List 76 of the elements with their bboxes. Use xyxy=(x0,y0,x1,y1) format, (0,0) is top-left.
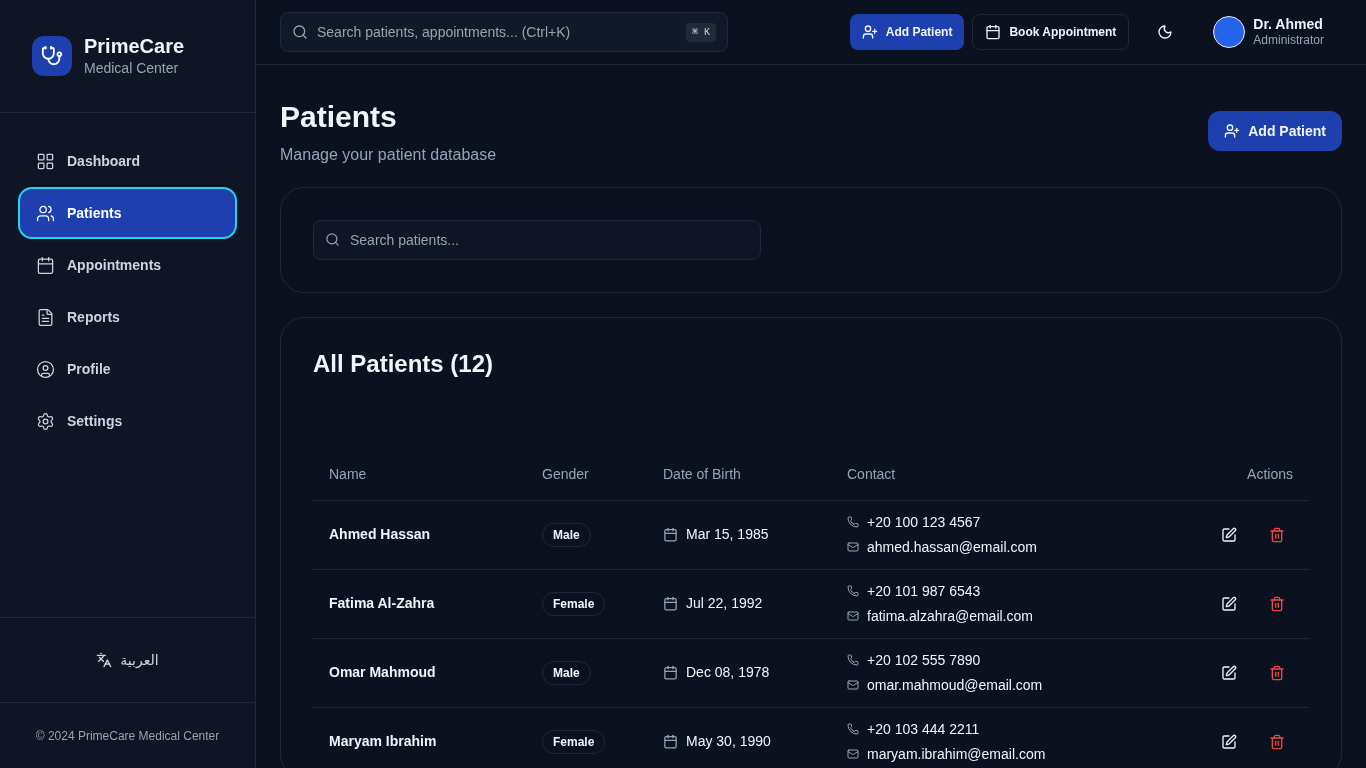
phone-icon xyxy=(847,723,859,735)
add-patient-button[interactable]: Add Patient xyxy=(1208,111,1342,151)
column-header: Name xyxy=(329,466,367,483)
search-icon xyxy=(325,232,340,247)
pencil-icon xyxy=(1221,526,1237,543)
calendar-icon xyxy=(663,734,678,749)
pencil-icon xyxy=(1221,664,1237,681)
mail-icon xyxy=(847,748,859,760)
language-button[interactable]: العربية xyxy=(96,649,159,671)
email-address: maryam.ibrahim@email.com xyxy=(867,744,1046,764)
calendar-icon xyxy=(985,24,1002,40)
birth-date: May 30, 1990 xyxy=(686,732,771,751)
column-header: Contact xyxy=(847,466,896,483)
sidebar-item[interactable]: Reports xyxy=(20,293,235,341)
calendar-icon xyxy=(663,527,678,542)
calendar-icon xyxy=(36,255,55,275)
email-address: omar.mahmoud@email.com xyxy=(867,675,1043,695)
page-subtitle: Manage your patient database xyxy=(280,145,497,165)
user-plus-icon xyxy=(861,24,878,40)
patient-name: Omar Mahmoud xyxy=(329,664,436,680)
phone-number: +20 102 555 7890 xyxy=(867,650,981,670)
trash-icon xyxy=(1269,664,1285,681)
user-circle-icon xyxy=(36,359,55,379)
settings-icon xyxy=(36,411,55,431)
sidebar-item[interactable]: Appointments xyxy=(20,241,235,289)
shortcut-key: ⌘ K xyxy=(685,23,716,42)
patient-name: Ahmed Hassan xyxy=(329,526,431,542)
patient-name: Maryam Ibrahim xyxy=(329,733,437,749)
user-role: Administrator xyxy=(1253,32,1324,48)
search-icon xyxy=(292,24,308,40)
moon-icon xyxy=(1157,24,1174,40)
phone-number: +20 100 123 4567 xyxy=(867,512,981,532)
stethoscope-logo-icon xyxy=(32,36,72,76)
copyright-text: © 2024 PrimeCare Medical Center xyxy=(35,727,220,745)
users-icon xyxy=(36,203,55,223)
phone-icon xyxy=(847,585,859,597)
table-title: All Patients (12) xyxy=(313,349,495,379)
sidebar-item[interactable]: Profile xyxy=(20,345,235,393)
mail-icon xyxy=(847,679,859,691)
calendar-icon xyxy=(663,665,678,680)
phone-icon xyxy=(847,654,859,666)
patient-search-field[interactable]: Search patients... xyxy=(313,220,761,260)
column-header: Gender xyxy=(542,466,589,483)
add-patient-button[interactable]: Add Patient xyxy=(849,14,965,50)
birth-date: Dec 08, 1978 xyxy=(686,663,770,682)
pencil-icon xyxy=(1221,595,1237,612)
mail-icon xyxy=(847,610,859,622)
trash-icon xyxy=(1269,733,1285,750)
email-address: fatima.alzahra@email.com xyxy=(867,606,1033,626)
mail-icon xyxy=(847,541,859,553)
book-appointment-button[interactable]: Book Appointment xyxy=(972,14,1130,50)
document-icon xyxy=(36,307,55,327)
column-header: Actions xyxy=(1247,466,1293,483)
page-title: Patients xyxy=(280,99,398,135)
phone-icon xyxy=(847,516,859,528)
avatar-placeholder xyxy=(1213,16,1246,48)
trash-icon xyxy=(1269,595,1285,612)
user-name: Dr. Ahmed xyxy=(1253,16,1324,32)
phone-number: +20 103 444 2211 xyxy=(867,719,980,739)
pencil-icon xyxy=(1221,733,1237,750)
user-plus-icon xyxy=(1224,123,1241,139)
birth-date: Jul 22, 1992 xyxy=(686,594,763,613)
sidebar-item[interactable]: Settings xyxy=(20,397,235,445)
grid-icon xyxy=(36,151,55,171)
birth-date: Mar 15, 1985 xyxy=(686,525,769,544)
email-address: ahmed.hassan@email.com xyxy=(867,537,1037,557)
calendar-icon xyxy=(663,596,678,611)
sidebar-item[interactable]: Dashboard xyxy=(20,137,235,185)
column-header: Date of Birth xyxy=(663,466,741,483)
trash-icon xyxy=(1269,526,1285,543)
patient-name: Fatima Al-Zahra xyxy=(329,595,435,611)
sidebar-item[interactable]: Patients xyxy=(20,189,235,237)
translate-icon xyxy=(96,652,113,668)
phone-number: +20 101 987 6543 xyxy=(867,581,981,601)
brand-subtitle: Medical Center xyxy=(84,58,180,78)
brand-name: PrimeCare xyxy=(84,33,185,58)
